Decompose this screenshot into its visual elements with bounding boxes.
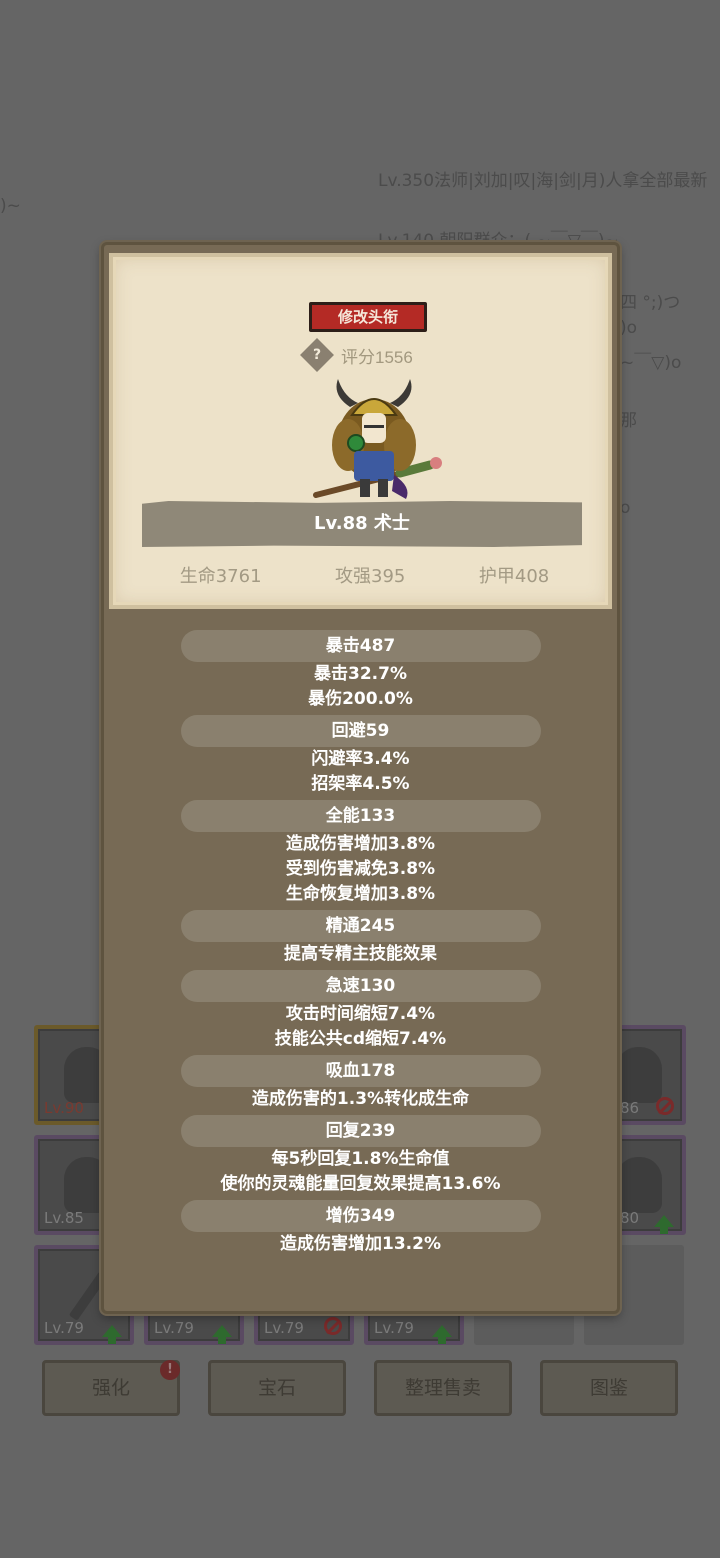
chat-line: 那 — [620, 411, 637, 431]
slot-level: Lv.79 — [44, 1319, 84, 1337]
slot-level: 80 — [620, 1209, 640, 1227]
stat-detail: 暴击32.7% — [314, 664, 407, 684]
stat-detail: 受到伤害减免3.8% — [285, 859, 436, 879]
stat-header-haste: 急速130 — [180, 970, 541, 1002]
stat-header-crit: 暴击487 — [180, 630, 541, 662]
stat-header-regen: 回复239 — [180, 1115, 541, 1147]
stat-header-mastery: 精通245 — [180, 910, 541, 942]
secondary-stats-list: 暴击487 暴击32.7% 暴伤200.0% 回避59 闪避率3.4% 招架率4… — [104, 627, 617, 1257]
chat-line: Lv.350法师|刘加|叹|海|剑|月)人拿全部最新 — [378, 171, 708, 191]
chat-line: )o — [620, 318, 638, 338]
stat-detail: 使你的灵魂能量回复效果提高13.6% — [220, 1174, 501, 1194]
stat-detail: 招架率4.5% — [311, 774, 410, 794]
chat-line: )~ — [0, 196, 21, 216]
score-text: 评分1556 — [341, 347, 413, 367]
warlock-avatar — [313, 379, 442, 499]
stat-detail: 闪避率3.4% — [311, 749, 410, 769]
blocked-icon — [324, 1317, 342, 1335]
stat-header-damage: 增伤349 — [180, 1200, 541, 1232]
slot-level: Lv.85 — [44, 1209, 84, 1227]
attack-stat: 攻强395 — [335, 566, 406, 587]
stat-detail: 生命恢复增加3.8% — [285, 884, 436, 904]
helmet-icon — [616, 1047, 662, 1103]
codex-button[interactable]: 图鉴 — [540, 1360, 678, 1416]
armor-stat: 护甲408 — [478, 566, 550, 587]
stat-detail: 造成伤害的1.3%转化成生命 — [251, 1089, 470, 1109]
stat-detail: 每5秒回复1.8%生命值 — [271, 1149, 450, 1169]
chat-line: 四 °;)つ — [620, 293, 681, 313]
base-stats: 生命3761 攻强395 护甲408 — [113, 562, 616, 588]
stat-detail: 造成伤害增加3.8% — [285, 834, 436, 854]
profile-card: 修改头衔 ? 评分1556 Lv.88 术士 生命3761 攻强395 护甲40… — [109, 253, 612, 609]
stat-header-dodge: 回避59 — [180, 715, 541, 747]
stat-header-leech: 吸血178 — [180, 1055, 541, 1087]
gem-button[interactable]: 宝石 — [208, 1360, 346, 1416]
chat-line: o — [620, 498, 631, 518]
help-icon[interactable]: ? — [300, 338, 334, 372]
alert-badge-icon: ! — [160, 1360, 180, 1380]
chat-line: ~￣▽)o — [620, 353, 682, 373]
score-row: ? 评分1556 — [300, 338, 413, 372]
character-stats-popup: 修改头衔 ? 评分1556 Lv.88 术士 生命3761 攻强395 护甲40… — [101, 242, 620, 1314]
stat-detail: 造成伤害增加13.2% — [280, 1234, 441, 1254]
character-name: Lv.88 术士 — [142, 501, 582, 547]
upgrade-arrow-icon — [654, 1215, 674, 1234]
slot-level: Lv.79 — [154, 1319, 194, 1337]
slot-level: Lv.79 — [264, 1319, 304, 1337]
change-title-button[interactable]: 修改头衔 — [309, 302, 427, 332]
upgrade-arrow-icon — [212, 1325, 232, 1344]
upgrade-arrow-icon — [432, 1325, 452, 1344]
help-icon-glyph: ? — [312, 347, 322, 363]
upgrade-arrow-icon — [102, 1325, 122, 1344]
blocked-icon — [656, 1097, 674, 1115]
stat-detail: 攻击时间缩短7.4% — [285, 1004, 436, 1024]
slot-level: 86 — [620, 1099, 640, 1117]
stat-detail: 提高专精主技能效果 — [284, 944, 437, 964]
shoulder-icon — [616, 1157, 662, 1213]
slot-level: Lv.90 — [44, 1099, 84, 1117]
hp-stat: 生命3761 — [179, 566, 262, 587]
sort-sell-button[interactable]: 整理售卖 — [374, 1360, 512, 1416]
slot-level: Lv.79 — [374, 1319, 414, 1337]
stat-detail: 暴伤200.0% — [308, 689, 413, 709]
stat-header-versatility: 全能133 — [180, 800, 541, 832]
stat-detail: 技能公共cd缩短7.4% — [274, 1029, 447, 1049]
